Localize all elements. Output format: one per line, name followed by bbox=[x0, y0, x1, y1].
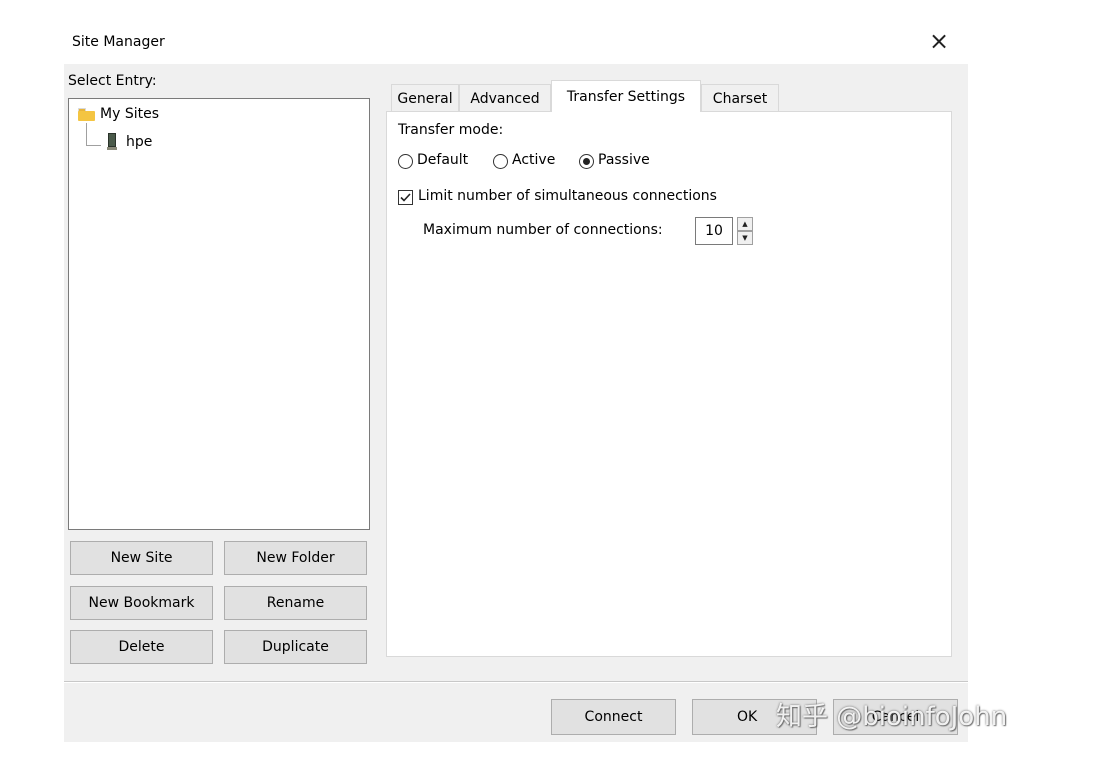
site-tree[interactable]: My Sites hpe bbox=[68, 98, 370, 530]
tree-item-label: hpe bbox=[126, 133, 153, 150]
transfer-settings-panel: Transfer mode: Default Active Passive Li… bbox=[386, 111, 952, 657]
new-site-button[interactable]: New Site bbox=[70, 541, 213, 575]
rename-button[interactable]: Rename bbox=[224, 586, 367, 620]
max-connections-stepper: ▲ ▼ bbox=[737, 217, 753, 245]
select-entry-label: Select Entry: bbox=[68, 73, 157, 89]
tree-item-my-sites[interactable]: My Sites bbox=[78, 106, 159, 122]
site-manager-dialog: Site Manager × Select Entry: My Sites hp… bbox=[64, 0, 968, 742]
tab-general[interactable]: General bbox=[391, 84, 459, 112]
limit-connections-checkbox[interactable] bbox=[398, 190, 413, 205]
close-icon[interactable]: × bbox=[924, 26, 954, 56]
checkmark-icon bbox=[400, 193, 411, 202]
radio-active-label[interactable]: Active bbox=[512, 152, 555, 168]
new-bookmark-button[interactable]: New Bookmark bbox=[70, 586, 213, 620]
tab-transfer-settings[interactable]: Transfer Settings bbox=[551, 80, 701, 112]
limit-connections-label[interactable]: Limit number of simultaneous connections bbox=[418, 188, 717, 204]
watermark-text: 知乎 @bioinfoJohn bbox=[776, 702, 1008, 732]
radio-passive-label[interactable]: Passive bbox=[598, 152, 650, 168]
spin-up-icon[interactable]: ▲ bbox=[737, 217, 753, 231]
max-connections-label: Maximum number of connections: bbox=[423, 222, 663, 238]
radio-default[interactable] bbox=[398, 154, 413, 169]
tree-item-label: My Sites bbox=[100, 106, 159, 122]
server-icon bbox=[107, 133, 117, 150]
tree-item-hpe[interactable]: hpe bbox=[107, 133, 152, 150]
transfer-mode-label: Transfer mode: bbox=[398, 122, 504, 138]
tab-charset[interactable]: Charset bbox=[701, 84, 779, 112]
radio-passive[interactable] bbox=[579, 154, 594, 169]
folder-icon bbox=[78, 107, 95, 121]
max-connections-input[interactable]: 10 bbox=[695, 217, 733, 245]
footer-separator-highlight bbox=[64, 682, 968, 683]
radio-default-label[interactable]: Default bbox=[417, 152, 468, 168]
tree-connector bbox=[86, 123, 87, 145]
tree-connector bbox=[86, 145, 101, 146]
delete-button[interactable]: Delete bbox=[70, 630, 213, 664]
tab-advanced[interactable]: Advanced bbox=[459, 84, 551, 112]
duplicate-button[interactable]: Duplicate bbox=[224, 630, 367, 664]
window-title: Site Manager bbox=[72, 34, 165, 50]
radio-active[interactable] bbox=[493, 154, 508, 169]
spin-down-icon[interactable]: ▼ bbox=[737, 231, 753, 245]
title-bar: Site Manager × bbox=[64, 0, 968, 64]
connect-button[interactable]: Connect bbox=[551, 699, 676, 735]
new-folder-button[interactable]: New Folder bbox=[224, 541, 367, 575]
